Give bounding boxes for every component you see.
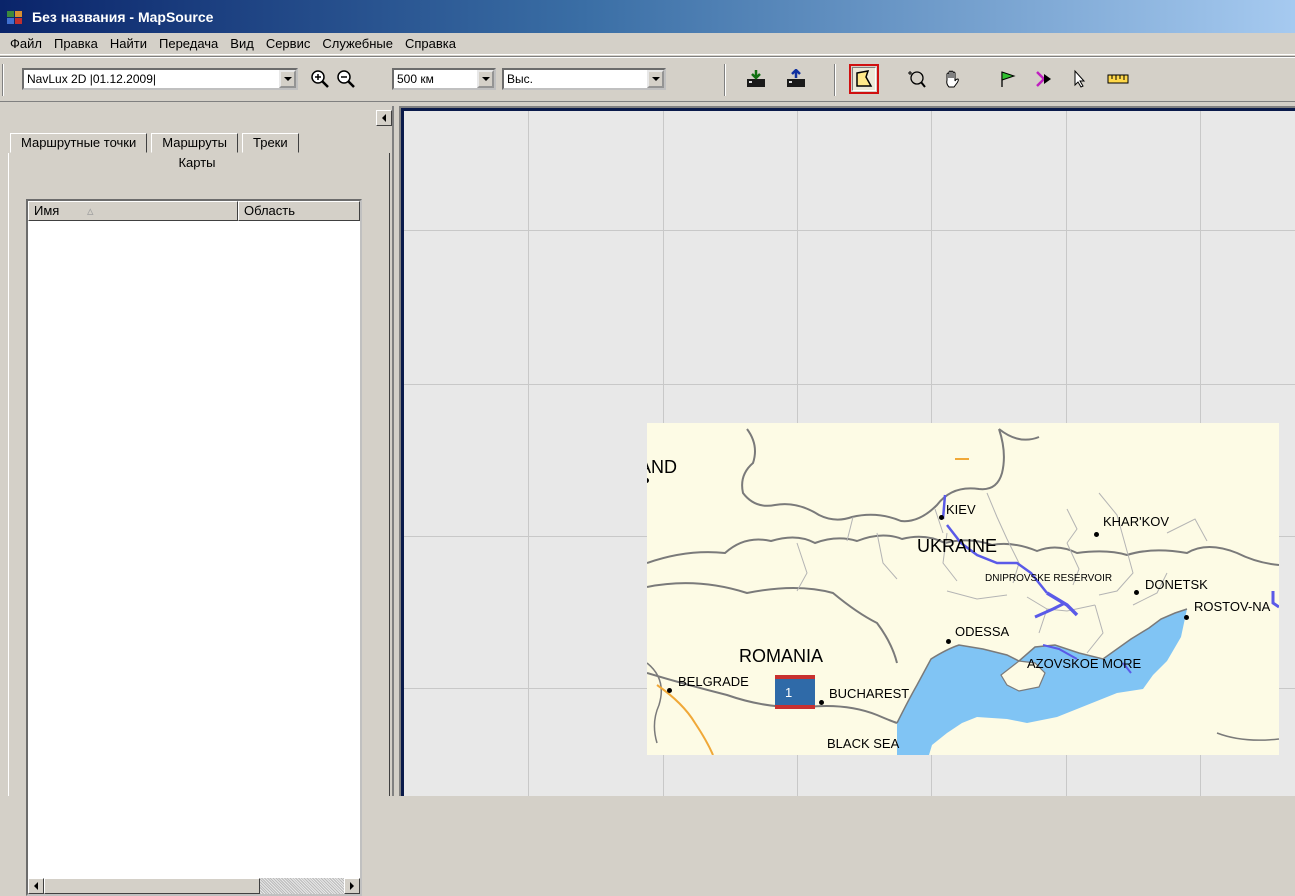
menu-find[interactable]: Найти <box>104 36 153 51</box>
tab-waypoints[interactable]: Маршрутные точки <box>10 133 148 153</box>
zoom-in-button[interactable] <box>308 67 332 91</box>
zoom-tool-button[interactable] <box>904 67 928 91</box>
scrollbar-thumb[interactable] <box>44 878 260 894</box>
route-tool-icon <box>1036 71 1051 87</box>
menu-help[interactable]: Справка <box>399 36 462 51</box>
left-panel: Маршрутные точки Маршруты Треки Карты Им… <box>6 106 394 896</box>
receive-from-device-icon <box>747 70 765 87</box>
hand-pan-button[interactable] <box>940 67 964 91</box>
pointer-select-button[interactable] <box>1068 67 1092 91</box>
tab-tracks[interactable]: Треки <box>242 133 299 153</box>
column-region-label: Область <box>244 203 296 218</box>
column-header-name[interactable]: Имя ▵ <box>28 201 238 221</box>
maps-list[interactable]: Имя ▵ Область <box>26 199 362 896</box>
map-select-tool-button[interactable] <box>849 64 879 94</box>
zoom-scale-value: 500 км <box>397 72 434 86</box>
chevron-down-icon[interactable] <box>647 70 664 88</box>
map-view[interactable]: POLAND KIEV KHAR'KOV UKRAINE DNIPROVSKE … <box>399 106 1295 796</box>
map-frame <box>401 108 1295 796</box>
toolbar: NavLux 2D |01.12.2009| 500 км Выс. <box>0 56 1295 102</box>
column-name-label: Имя <box>34 203 60 218</box>
chevron-left-icon <box>34 882 38 890</box>
collapse-panel-button[interactable] <box>376 110 392 126</box>
toolbar-grip[interactable] <box>2 64 4 96</box>
menu-service[interactable]: Сервис <box>260 36 317 51</box>
measure-distance-button[interactable] <box>1106 67 1130 91</box>
hand-pan-icon <box>946 70 959 88</box>
menu-edit[interactable]: Правка <box>48 36 104 51</box>
zoom-in-icon <box>311 70 329 88</box>
zoom-out-button[interactable] <box>334 67 358 91</box>
scroll-right-button[interactable] <box>344 878 360 894</box>
tab-routes[interactable]: Маршруты <box>151 133 238 153</box>
detail-level-value: Выс. <box>507 72 533 86</box>
window-title: Без названия - MapSource <box>32 8 214 25</box>
title-bar: Без названия - MapSource <box>0 0 1295 33</box>
menu-bar: Файл Правка Найти Передача Вид Сервис Сл… <box>0 33 1295 55</box>
toolbar-separator <box>834 64 836 96</box>
toolbar-separator <box>724 64 726 96</box>
map-product-select[interactable]: NavLux 2D |01.12.2009| <box>22 68 298 90</box>
send-to-device-icon <box>787 69 805 87</box>
map-product-value: NavLux 2D |01.12.2009| <box>27 72 156 86</box>
menu-transfer[interactable]: Передача <box>153 36 224 51</box>
route-tool-button[interactable] <box>1032 67 1056 91</box>
map-select-tool-icon <box>856 70 873 87</box>
mapsource-app-icon[interactable] <box>6 8 24 26</box>
menu-utilities[interactable]: Служебные <box>316 36 399 51</box>
chevron-down-icon[interactable] <box>279 70 296 88</box>
scrollbar-track[interactable] <box>260 878 344 894</box>
tab-maps[interactable]: Карты <box>6 155 388 170</box>
scroll-left-button[interactable] <box>28 878 44 894</box>
zoom-tool-icon <box>908 71 926 88</box>
menu-file[interactable]: Файл <box>4 36 48 51</box>
chevron-right-icon <box>350 882 354 890</box>
waypoint-tool-button[interactable] <box>996 67 1020 91</box>
list-header: Имя ▵ Область <box>28 201 360 221</box>
sort-ascending-icon: ▵ <box>87 203 94 218</box>
receive-from-device-button[interactable] <box>744 67 768 91</box>
pointer-select-icon <box>1074 69 1086 88</box>
measure-distance-icon <box>1107 74 1129 84</box>
waypoint-flag-icon <box>1001 71 1016 87</box>
column-header-region[interactable]: Область <box>238 201 360 221</box>
chevron-down-icon[interactable] <box>477 70 494 88</box>
detail-level-select[interactable]: Выс. <box>502 68 666 90</box>
send-to-device-button[interactable] <box>784 67 808 91</box>
menu-view[interactable]: Вид <box>224 36 260 51</box>
horizontal-scrollbar[interactable] <box>28 878 360 894</box>
zoom-out-icon <box>337 70 355 88</box>
zoom-scale-select[interactable]: 500 км <box>392 68 496 90</box>
tab-row: Маршрутные точки Маршруты Треки <box>10 133 299 153</box>
